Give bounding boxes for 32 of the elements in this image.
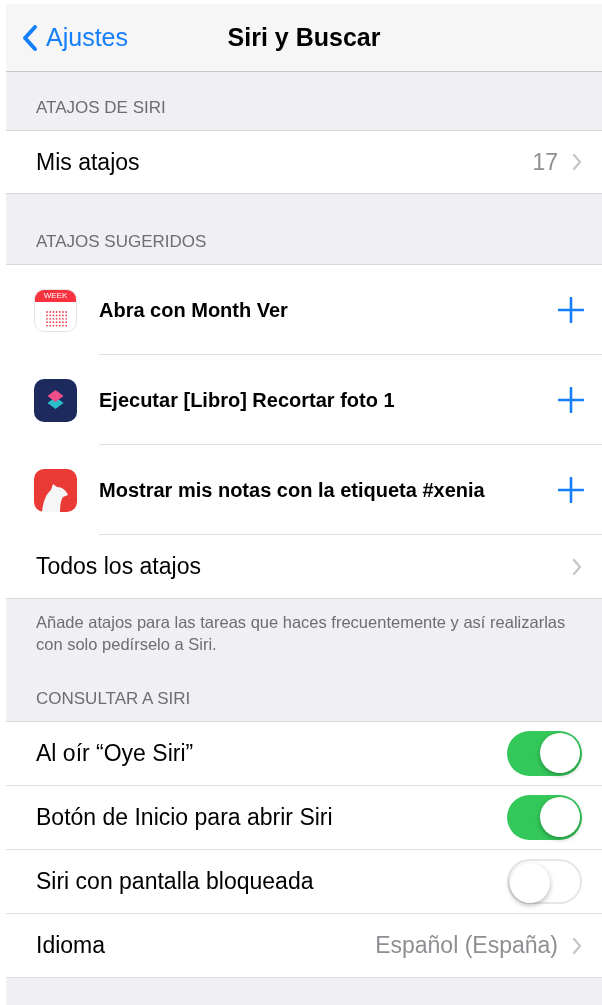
- row-value: Español (España): [375, 931, 558, 961]
- add-icon[interactable]: [558, 476, 584, 503]
- back-chevron-icon: [22, 23, 38, 52]
- add-icon[interactable]: [558, 386, 584, 413]
- section-header: ATAJOS SUGERIDOS: [36, 230, 207, 253]
- section-header: CONSULTAR A SIRI: [36, 687, 191, 710]
- page-title: Siri y Buscar: [227, 21, 381, 53]
- section-footer: Añade atajos para las tareas que haces frecuentemente y así realizarlas con solo pedírselo a Siri.: [6, 599, 602, 677]
- row-label: Al oír “Oye Siri”: [36, 739, 195, 769]
- layered-diamonds-app-icon: [34, 378, 77, 422]
- toggle-switch[interactable]: [507, 859, 582, 904]
- row-label: Todos los atajos: [36, 552, 202, 582]
- add-icon[interactable]: [558, 296, 584, 323]
- toggle-switch[interactable]: [507, 795, 582, 840]
- bear-app-icon: [34, 468, 77, 512]
- row-value: 17: [532, 147, 558, 177]
- suggestion-label: Mostrar mis notas con la etiqueta #xenia: [99, 477, 486, 503]
- row-label: Botón de Inicio para abrir Siri: [36, 803, 334, 833]
- all-shortcuts-row[interactable]: Todos los atajos: [6, 535, 602, 598]
- row-label: Idioma: [36, 931, 107, 961]
- back-button[interactable]: Ajustes: [22, 18, 128, 57]
- chevron-icon: [572, 557, 582, 576]
- suggestion-label: Abra con Month Ver: [99, 297, 289, 323]
- section-header: ATAJOS DE SIRI: [36, 96, 166, 119]
- calendar-app-icon: WEEK: [34, 288, 77, 332]
- my-shortcuts-row[interactable]: Mis atajos 17: [6, 130, 602, 194]
- chevron-icon: [572, 936, 582, 955]
- chevron-icon: [572, 153, 582, 171]
- row-label: Siri con pantalla bloqueada: [36, 867, 315, 897]
- suggestion-label: Ejecutar [Libro] Recortar foto 1: [99, 387, 396, 413]
- row-label: Mis atajos: [36, 147, 141, 177]
- toggle-switch[interactable]: [507, 731, 582, 776]
